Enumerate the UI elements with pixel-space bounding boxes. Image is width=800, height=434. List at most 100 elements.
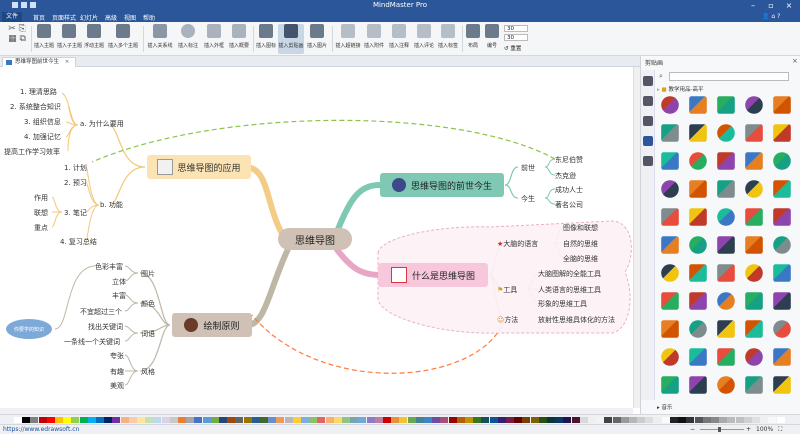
- clipart-item[interactable]: [689, 376, 707, 394]
- color-item[interactable]: 丰富: [112, 291, 126, 301]
- lang-item[interactable]: 图像和联想: [563, 223, 598, 233]
- color-swatch[interactable]: [448, 417, 457, 423]
- color-swatch[interactable]: [194, 417, 203, 423]
- topic-word[interactable]: 词语: [141, 329, 155, 339]
- spacing-v-input[interactable]: 30: [504, 34, 528, 41]
- style-item[interactable]: 有趣: [110, 367, 124, 377]
- note-item[interactable]: 联想: [34, 208, 48, 218]
- color-swatch[interactable]: [30, 417, 39, 423]
- color-swatch[interactable]: [161, 417, 170, 423]
- color-swatch[interactable]: [87, 417, 96, 423]
- now-item[interactable]: 成功人士: [555, 185, 583, 195]
- color-swatch[interactable]: [153, 417, 162, 423]
- color-swatch[interactable]: [46, 417, 55, 423]
- clipart-item[interactable]: [689, 96, 707, 114]
- clipart-item[interactable]: [717, 292, 735, 310]
- method-item[interactable]: 放射性思维具体化的方法: [538, 315, 615, 325]
- color-swatch[interactable]: [432, 417, 441, 423]
- color-swatch[interactable]: [383, 417, 391, 423]
- canvas-vertical-scrollbar[interactable]: [633, 67, 640, 408]
- func-item[interactable]: 4. 复习总结: [60, 237, 97, 247]
- color-swatch[interactable]: [79, 417, 88, 423]
- clipart-item[interactable]: [745, 348, 763, 366]
- color-swatch[interactable]: [227, 417, 236, 423]
- color-swatch[interactable]: [776, 417, 785, 423]
- topic-now[interactable]: 今生: [521, 194, 535, 204]
- color-swatch[interactable]: [579, 417, 588, 423]
- topic-history[interactable]: 思维导图的前世今生: [380, 173, 504, 197]
- panel-category-music[interactable]: ▸ 音乐: [657, 403, 673, 411]
- zoom-in-icon[interactable]: +: [746, 426, 751, 433]
- color-swatch[interactable]: [128, 417, 137, 423]
- color-swatch[interactable]: [309, 417, 318, 423]
- clipart-item[interactable]: [661, 124, 679, 142]
- note-item[interactable]: 重点: [34, 223, 48, 233]
- color-swatch[interactable]: [629, 417, 637, 423]
- color-swatch[interactable]: [350, 417, 359, 423]
- color-swatch[interactable]: [653, 417, 662, 423]
- color-swatch[interactable]: [268, 417, 277, 423]
- color-swatch[interactable]: [489, 417, 498, 423]
- func-item[interactable]: 3. 笔记: [64, 208, 87, 218]
- close-button[interactable]: ×: [780, 0, 798, 12]
- clipart-item[interactable]: [689, 264, 707, 282]
- color-swatch[interactable]: [169, 417, 178, 423]
- before-item[interactable]: 杰克逊: [555, 171, 576, 181]
- topic-picture[interactable]: 图片: [141, 269, 155, 279]
- color-swatch[interactable]: [186, 417, 195, 423]
- insert-callout-button[interactable]: 插入标注: [176, 24, 200, 54]
- clipart-item[interactable]: [773, 292, 791, 310]
- color-swatch[interactable]: [292, 417, 301, 423]
- menu-slides[interactable]: 幻灯片: [80, 13, 98, 22]
- pic-item[interactable]: 色彩丰富: [95, 262, 123, 272]
- clipart-item[interactable]: [773, 96, 791, 114]
- color-swatch[interactable]: [686, 417, 695, 423]
- mindmap-canvas[interactable]: 思维导图 思维导图的应用 思维导图的前世今生 什么是思维导图 绘制原则 a. 为…: [0, 67, 633, 408]
- minimize-button[interactable]: –: [744, 0, 762, 12]
- clipart-item[interactable]: [773, 376, 791, 394]
- color-swatch[interactable]: [71, 417, 80, 423]
- clipart-item[interactable]: [661, 96, 679, 114]
- color-swatch[interactable]: [497, 417, 506, 423]
- topic-why[interactable]: a. 为什么要用: [80, 119, 124, 129]
- color-swatch[interactable]: [678, 417, 687, 423]
- why-item[interactable]: 3. 组织信息: [24, 117, 61, 127]
- clipart-item[interactable]: [745, 320, 763, 338]
- clipart-item[interactable]: [689, 236, 707, 254]
- color-swatch[interactable]: [55, 417, 63, 423]
- tool-item[interactable]: 形象的思维工具: [538, 299, 587, 309]
- color-swatch[interactable]: [178, 417, 186, 423]
- lang-item[interactable]: 自然的思维: [563, 239, 598, 249]
- color-swatch[interactable]: [768, 417, 777, 423]
- clipart-item[interactable]: [745, 180, 763, 198]
- clipart-item[interactable]: [717, 152, 735, 170]
- insert-tag-button[interactable]: 插入标签: [436, 24, 460, 54]
- color-swatch[interactable]: [514, 417, 523, 423]
- zoom-slider-thumb[interactable]: [718, 427, 721, 432]
- menu-help[interactable]: 帮助: [143, 13, 155, 22]
- clipart-item[interactable]: [661, 292, 679, 310]
- color-swatch[interactable]: [104, 417, 113, 423]
- clipart-item[interactable]: [661, 348, 679, 366]
- insert-clipart-button[interactable]: 插入剪贴画: [278, 24, 304, 54]
- floating-topic[interactable]: 你要学的知识: [6, 319, 52, 339]
- clipart-item[interactable]: [717, 96, 735, 114]
- insert-boundary-button[interactable]: 插入外框: [202, 24, 226, 54]
- clipart-item[interactable]: [745, 264, 763, 282]
- topic-method[interactable]: ☺方法: [497, 315, 518, 325]
- color-swatch[interactable]: [210, 417, 219, 423]
- clipart-item[interactable]: [689, 152, 707, 170]
- clipart-item[interactable]: [745, 96, 763, 114]
- clipart-item[interactable]: [773, 236, 791, 254]
- color-swatch[interactable]: [96, 417, 104, 423]
- tool-item[interactable]: 人类语言的思维工具: [538, 285, 601, 295]
- word-item[interactable]: 一条线一个关键词: [64, 337, 120, 347]
- topic-what[interactable]: 什么是思维导图: [378, 263, 488, 287]
- clipart-item[interactable]: [661, 264, 679, 282]
- style-item[interactable]: 美观: [110, 381, 124, 391]
- library-dropdown[interactable]: [669, 72, 789, 81]
- menu-file[interactable]: 文件: [2, 12, 23, 22]
- floating-topic-button[interactable]: 浮动主题: [83, 24, 105, 54]
- clipart-item[interactable]: [773, 180, 791, 198]
- color-swatch[interactable]: [465, 417, 473, 423]
